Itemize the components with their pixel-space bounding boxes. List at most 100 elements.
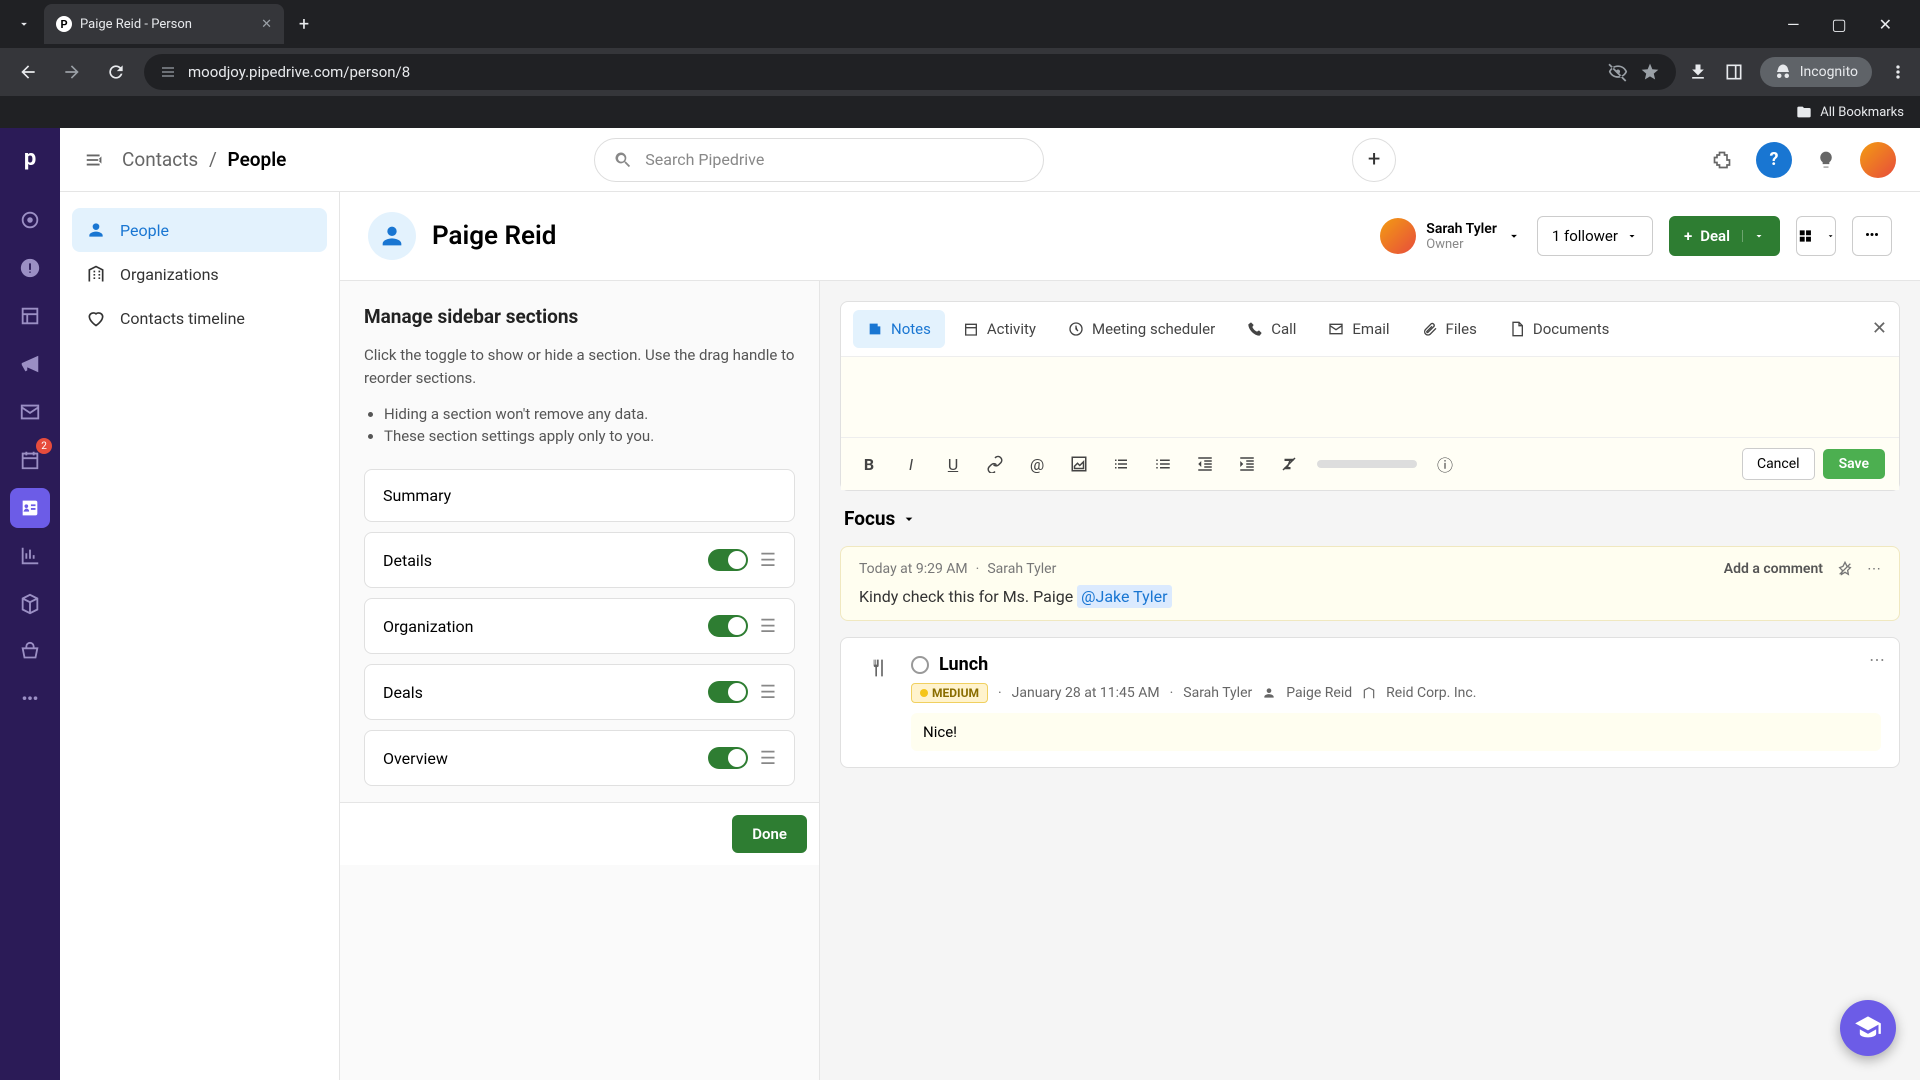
tab-email[interactable]: Email bbox=[1314, 310, 1403, 348]
tab-meeting[interactable]: Meeting scheduler bbox=[1054, 310, 1229, 348]
close-composer-button[interactable]: ✕ bbox=[1872, 318, 1887, 339]
followers-button[interactable]: 1 follower bbox=[1537, 216, 1653, 256]
cancel-button[interactable]: Cancel bbox=[1742, 448, 1815, 480]
bookmark-star-icon[interactable] bbox=[1640, 62, 1660, 82]
downloads-icon[interactable] bbox=[1688, 62, 1708, 82]
toggle-switch[interactable] bbox=[708, 681, 748, 703]
rail-projects-icon[interactable] bbox=[10, 296, 50, 336]
rail-contacts-icon[interactable] bbox=[10, 488, 50, 528]
done-button[interactable]: Done bbox=[732, 815, 807, 853]
rail-marketplace-icon[interactable] bbox=[10, 632, 50, 672]
deal-dropdown[interactable] bbox=[1742, 230, 1765, 242]
rail-more-icon[interactable] bbox=[10, 680, 50, 720]
mention[interactable]: @Jake Tyler bbox=[1077, 585, 1171, 608]
drag-handle-icon[interactable]: ☰ bbox=[760, 550, 776, 571]
sidebar-toggle-icon[interactable] bbox=[84, 149, 106, 171]
tab-label: Meeting scheduler bbox=[1092, 320, 1215, 338]
close-window-button[interactable]: ✕ bbox=[1871, 11, 1900, 38]
italic-button[interactable]: I bbox=[897, 450, 925, 478]
menu-icon[interactable] bbox=[1888, 62, 1908, 82]
underline-button[interactable]: U bbox=[939, 450, 967, 478]
bold-button[interactable]: B bbox=[855, 450, 883, 478]
site-settings-icon[interactable] bbox=[160, 64, 176, 80]
drag-handle-icon[interactable]: ☰ bbox=[760, 616, 776, 637]
activity-org[interactable]: Reid Corp. Inc. bbox=[1386, 685, 1476, 701]
side-panel-icon[interactable] bbox=[1724, 62, 1744, 82]
rail-mail-icon[interactable] bbox=[10, 392, 50, 432]
image-button[interactable] bbox=[1065, 450, 1093, 478]
rail-leads-icon[interactable] bbox=[10, 200, 50, 240]
save-button[interactable]: Save bbox=[1823, 449, 1885, 479]
note-textarea[interactable] bbox=[841, 357, 1899, 437]
rail-deals-icon[interactable] bbox=[10, 248, 50, 288]
minimize-button[interactable]: — bbox=[1779, 11, 1808, 38]
numbered-list-button[interactable] bbox=[1149, 450, 1177, 478]
breadcrumb-root[interactable]: Contacts bbox=[122, 148, 198, 171]
academy-fab[interactable] bbox=[1840, 1000, 1896, 1056]
add-comment-button[interactable]: Add a comment bbox=[1724, 561, 1823, 577]
person-avatar[interactable] bbox=[368, 212, 416, 260]
rail-insights-icon[interactable] bbox=[10, 536, 50, 576]
rail-activities-icon[interactable]: 2 bbox=[10, 440, 50, 480]
more-icon[interactable]: ⋯ bbox=[1867, 561, 1881, 577]
clear-format-button[interactable] bbox=[1275, 450, 1303, 478]
section-details[interactable]: Details ☰ bbox=[364, 532, 795, 588]
rail-campaigns-icon[interactable] bbox=[10, 344, 50, 384]
new-tab-button[interactable]: + bbox=[288, 8, 320, 40]
pipedrive-logo[interactable]: p bbox=[12, 140, 48, 176]
eye-off-icon[interactable] bbox=[1608, 62, 1628, 82]
incognito-badge[interactable]: Incognito bbox=[1760, 57, 1872, 87]
quick-add-button[interactable]: + bbox=[1352, 138, 1396, 182]
tab-call[interactable]: Call bbox=[1233, 310, 1310, 348]
address-bar[interactable]: moodjoy.pipedrive.com/person/8 bbox=[144, 54, 1676, 90]
layout-button[interactable] bbox=[1796, 216, 1836, 256]
sidebar-item-timeline[interactable]: Contacts timeline bbox=[72, 296, 327, 340]
sidebar-item-organizations[interactable]: Organizations bbox=[72, 252, 327, 296]
tab-files[interactable]: Files bbox=[1408, 310, 1491, 348]
add-deal-button[interactable]: + Deal bbox=[1669, 216, 1780, 256]
info-icon[interactable]: ⓘ bbox=[1431, 450, 1459, 478]
tab-search-button[interactable] bbox=[8, 8, 40, 40]
drag-handle-icon[interactable]: ☰ bbox=[760, 682, 776, 703]
focus-dropdown[interactable]: Focus bbox=[844, 507, 1900, 530]
activity-title[interactable]: Lunch bbox=[939, 654, 988, 675]
owner-block[interactable]: Sarah Tyler Owner bbox=[1380, 218, 1521, 254]
toggle-switch[interactable] bbox=[708, 747, 748, 769]
browser-tab[interactable]: P Paige Reid - Person ✕ bbox=[44, 4, 284, 44]
section-organization[interactable]: Organization ☰ bbox=[364, 598, 795, 654]
mention-button[interactable]: @ bbox=[1023, 450, 1051, 478]
indent-button[interactable] bbox=[1233, 450, 1261, 478]
rail-products-icon[interactable] bbox=[10, 584, 50, 624]
toggle-switch[interactable] bbox=[708, 549, 748, 571]
maximize-button[interactable]: ▢ bbox=[1823, 11, 1854, 38]
activity-complete-checkbox[interactable] bbox=[911, 656, 929, 674]
color-slider[interactable] bbox=[1317, 460, 1417, 468]
sidebar-item-people[interactable]: People bbox=[72, 208, 327, 252]
section-deals[interactable]: Deals ☰ bbox=[364, 664, 795, 720]
more-actions-button[interactable] bbox=[1852, 216, 1892, 256]
tab-notes[interactable]: Notes bbox=[853, 310, 945, 348]
tab-activity[interactable]: Activity bbox=[949, 310, 1050, 348]
close-tab-button[interactable]: ✕ bbox=[261, 17, 272, 32]
reload-button[interactable] bbox=[100, 56, 132, 88]
calendar-icon bbox=[963, 321, 979, 337]
activity-main: Lunch MEDIUM · January 28 at 11:45 AM · … bbox=[911, 654, 1881, 751]
section-overview[interactable]: Overview ☰ bbox=[364, 730, 795, 786]
tips-icon[interactable] bbox=[1808, 142, 1844, 178]
extensions-icon[interactable] bbox=[1704, 142, 1740, 178]
link-button[interactable] bbox=[981, 450, 1009, 478]
help-button[interactable]: ? bbox=[1756, 142, 1792, 178]
activity-person[interactable]: Paige Reid bbox=[1286, 685, 1352, 701]
user-avatar[interactable] bbox=[1860, 142, 1896, 178]
bullet-list-button[interactable] bbox=[1107, 450, 1135, 478]
tab-documents[interactable]: Documents bbox=[1495, 310, 1624, 348]
back-button[interactable] bbox=[12, 56, 44, 88]
pin-icon[interactable] bbox=[1837, 561, 1853, 577]
outdent-button[interactable] bbox=[1191, 450, 1219, 478]
activity-more-button[interactable]: ⋯ bbox=[1869, 650, 1885, 669]
drag-handle-icon[interactable]: ☰ bbox=[760, 748, 776, 769]
forward-button[interactable] bbox=[56, 56, 88, 88]
all-bookmarks-link[interactable]: All Bookmarks bbox=[1820, 105, 1904, 120]
search-input[interactable]: Search Pipedrive bbox=[594, 138, 1044, 182]
toggle-switch[interactable] bbox=[708, 615, 748, 637]
